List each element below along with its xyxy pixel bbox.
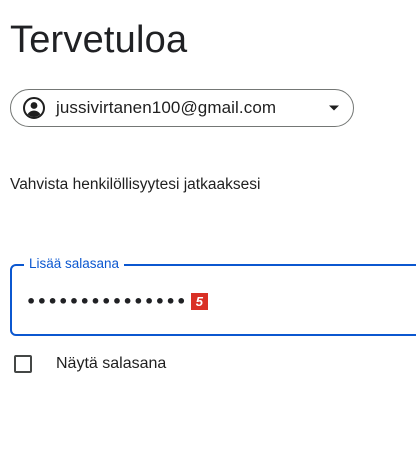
show-password-toggle[interactable]: Näytä salasana bbox=[14, 355, 166, 373]
page-title: Tervetuloa bbox=[10, 19, 188, 61]
account-circle-icon bbox=[22, 96, 46, 120]
password-field[interactable]: Lisää salasana ••••••••••••••• 5 bbox=[10, 256, 416, 336]
caret-down-icon bbox=[325, 99, 343, 117]
step-badge: 5 bbox=[190, 292, 208, 310]
account-email: jussivirtanen100@gmail.com bbox=[56, 98, 277, 117]
password-field-label: Lisää salasana bbox=[24, 256, 125, 272]
show-password-label: Näytä salasana bbox=[56, 355, 167, 372]
identity-prompt: Vahvista henkilöllisyytesi jatkaaksesi bbox=[10, 176, 261, 193]
show-password-checkbox[interactable] bbox=[14, 355, 32, 373]
password-value: ••••••••••••••• bbox=[26, 291, 187, 311]
account-chip[interactable]: jussivirtanen100@gmail.com bbox=[10, 89, 354, 127]
password-input[interactable]: ••••••••••••••• 5 bbox=[26, 288, 386, 314]
